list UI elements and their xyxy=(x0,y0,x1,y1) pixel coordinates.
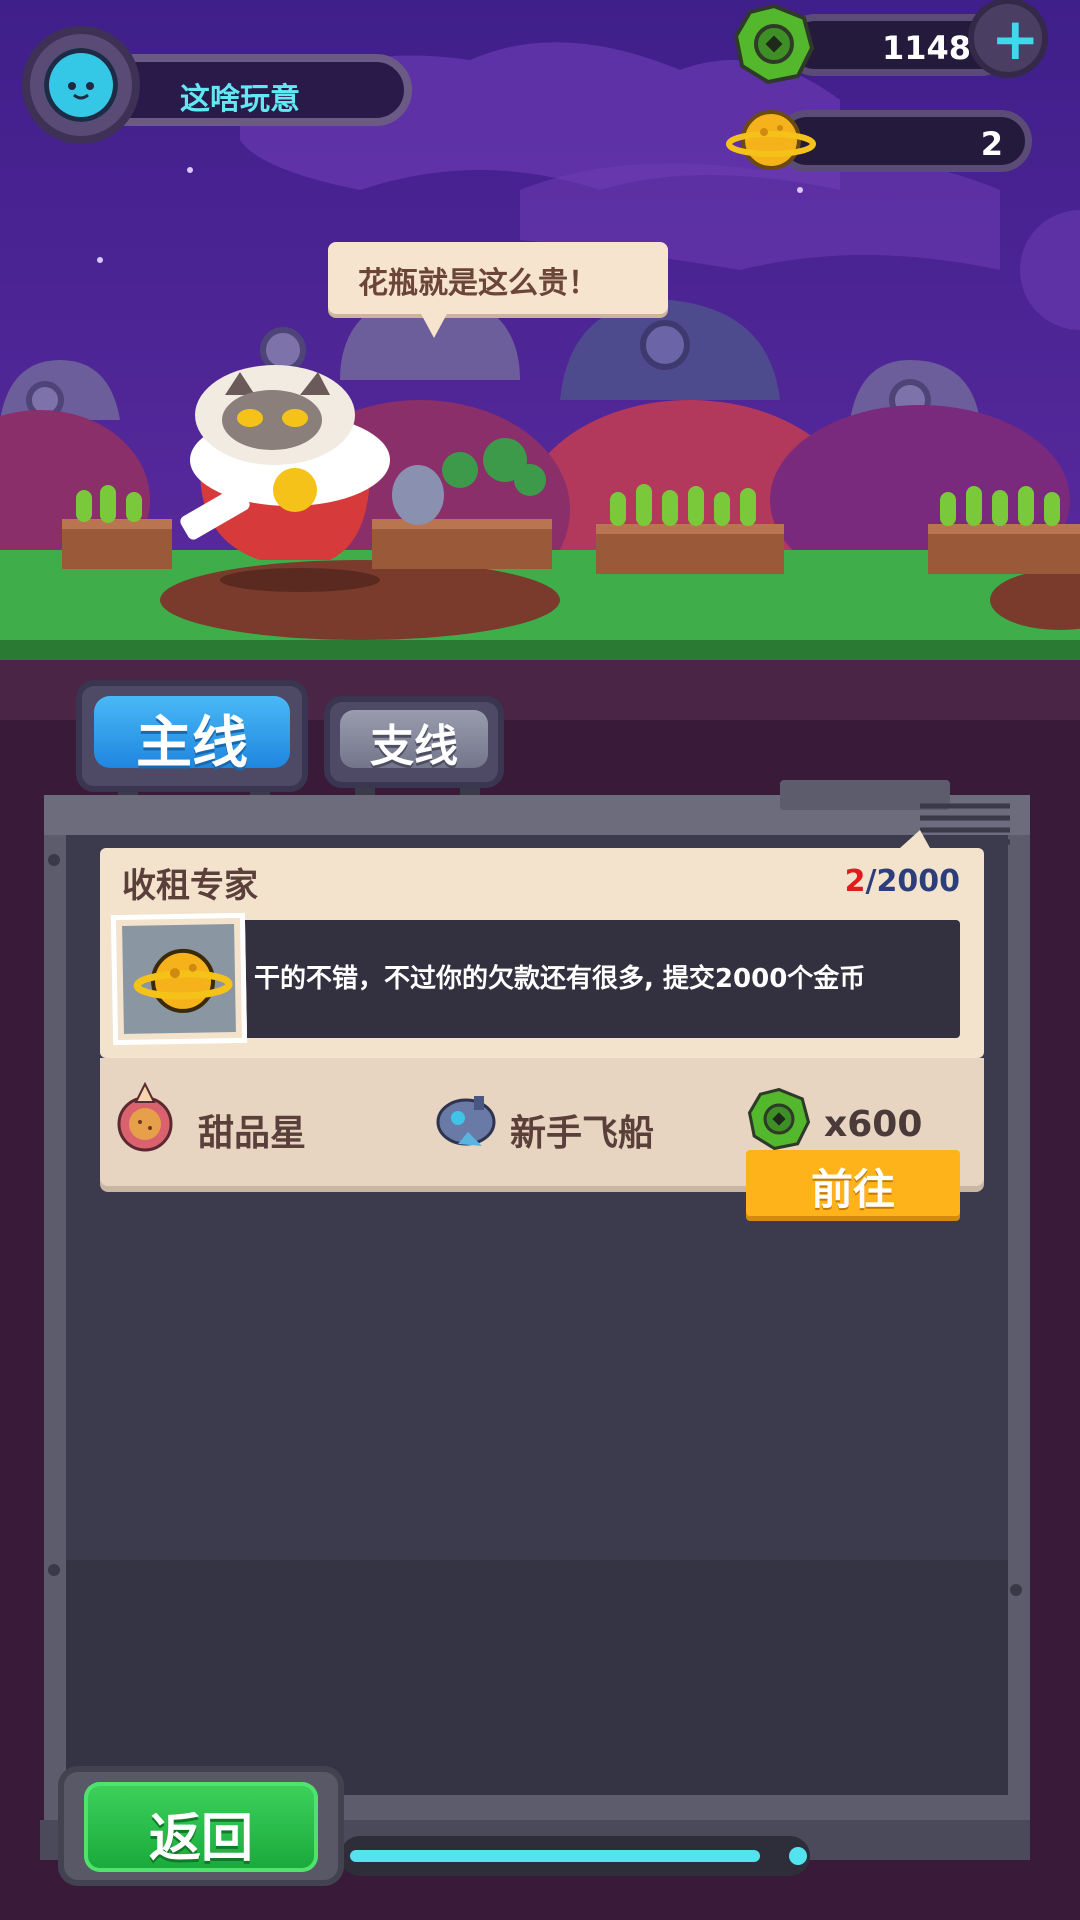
avatar-frame[interactable] xyxy=(22,26,140,144)
quest-icon-frame xyxy=(110,912,248,1046)
add-gems-button[interactable]: + xyxy=(968,0,1048,78)
go-button[interactable]: 前往 xyxy=(746,1150,960,1216)
tab-side-label: 支线 xyxy=(370,721,458,772)
player-name-bar: 这啥玩意 xyxy=(92,54,412,126)
reward-label: 新手飞船 xyxy=(510,1113,655,1154)
quest-icon-background xyxy=(122,924,236,1034)
cat-avatar-icon xyxy=(44,48,118,122)
npc-speech-bubble: 花瓶就是这么贵！ xyxy=(328,242,668,338)
quest-progress-current: 2 xyxy=(844,864,866,899)
back-button[interactable]: 返回 xyxy=(84,1782,318,1872)
quest-progress-total: /2000 xyxy=(865,864,960,899)
gem-counter: 1148 + xyxy=(734,0,1048,84)
tab-main-quest[interactable]: 主线 xyxy=(76,680,308,792)
dessert-planet-icon xyxy=(117,1082,173,1152)
quest-progress: 2/2000 xyxy=(845,864,960,899)
player-profile[interactable]: 这啥玩意 xyxy=(22,26,412,144)
speech-bubble-tail xyxy=(420,312,448,338)
green-gear-coin-icon xyxy=(747,1088,811,1150)
tab-main-label: 主线 xyxy=(136,711,248,776)
gold-planet-coin-icon xyxy=(726,110,816,170)
plus-icon: + xyxy=(991,5,1040,73)
gold-planet-coin-icon xyxy=(133,948,233,1013)
quest-description-box: 干的不错，不过你的欠款还有很多, 提交2000个金币 xyxy=(232,920,960,1038)
tab-side-quest[interactable]: 支线 xyxy=(324,696,504,788)
reward-amount: x600 xyxy=(824,1104,923,1145)
starter-spaceship-icon xyxy=(436,1096,496,1146)
coin-counter: 2 xyxy=(726,100,1032,180)
quest-title: 收租专家 xyxy=(122,866,258,906)
coin-count: 2 xyxy=(980,125,1003,163)
green-gear-coin-icon xyxy=(734,4,814,84)
quest-description: 干的不错，不过你的欠款还有很多, 提交2000个金币 xyxy=(254,964,866,994)
reward-label: 甜品星 xyxy=(198,1113,307,1154)
back-button-label: 返回 xyxy=(148,1809,253,1869)
player-name: 这啥玩意 xyxy=(180,82,300,117)
gem-count: 1148 xyxy=(881,29,971,67)
npc-speech-text: 花瓶就是这么贵！ xyxy=(358,266,598,301)
go-button-label: 前往 xyxy=(810,1165,895,1214)
